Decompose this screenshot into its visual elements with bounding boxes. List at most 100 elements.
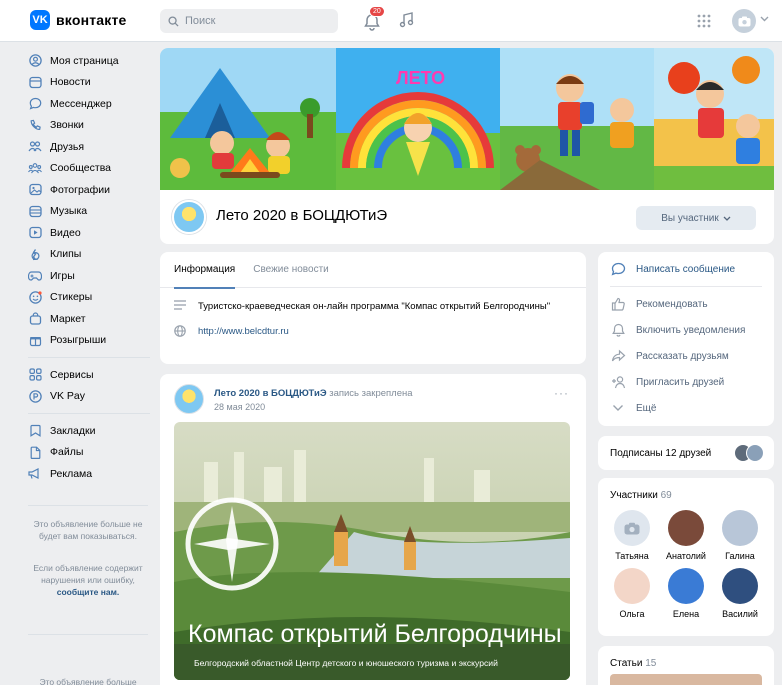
gamepad-icon [28,269,42,283]
members-title[interactable]: Участники 69 [610,490,672,501]
group-name: Лето 2020 в БОЦДЮТиЭ [216,207,388,224]
action-thumbs-up[interactable]: Рекомендовать [598,291,774,317]
articles-title[interactable]: Статьи 15 [610,658,656,669]
sidebar-item-vkpay[interactable]: VK Pay [28,386,150,408]
ad-hidden-note: Это объявление больше не будет вам показ… [33,519,143,541]
search-input[interactable] [185,15,325,27]
sidebar-item-news[interactable]: Новости [28,72,150,94]
sidebar-item-phone[interactable]: Звонки [28,115,150,137]
articles-card: Статьи 15 [598,646,774,685]
group-avatar[interactable] [172,200,206,234]
sidebar-item-user-circle[interactable]: Моя страница [28,50,150,72]
sidebar-item-video[interactable]: Видео [28,222,150,244]
report-ad-link[interactable]: сообщите нам. [57,587,120,597]
group-cover-image: ЛЕТО [160,48,774,190]
group-title-row: Лето 2020 в БОЦДЮТиЭ Вы участник [160,190,774,244]
sidebar-item-market-bag[interactable]: Маркет [28,308,150,330]
tab-information[interactable]: Информация [174,252,236,289]
member-item[interactable]: Анатолий [660,510,712,561]
post-image-subtitle: Белгородский областной Центр детского и … [194,658,498,668]
friend-avatar [746,444,764,462]
top-header: VK вконтакте 20 [0,0,782,42]
post-author-name[interactable]: Лето 2020 в БОЦДЮТиЭ [214,388,327,399]
member-avatar [668,510,704,546]
vk-logo-icon: VK [30,10,50,30]
sidebar-item-label: VK Pay [50,390,86,403]
search-box[interactable] [160,9,338,33]
sidebar-item-services[interactable]: Сервисы [28,364,150,386]
video-icon [28,226,42,240]
globe-icon [174,325,188,342]
action-share[interactable]: Рассказать друзьям [598,343,774,369]
member-item[interactable]: Ольга [606,568,658,619]
post-more-icon[interactable]: ··· [554,386,569,400]
post-image[interactable]: Компас открытий Белгородчины Белгородски… [174,422,570,680]
action-bell[interactable]: Включить уведомления [598,317,774,343]
chevron-down-icon [610,400,626,416]
chevron-down-icon[interactable] [760,16,769,22]
member-item[interactable]: Татьяна [606,510,658,561]
sidebar-item-bookmark[interactable]: Закладки [28,420,150,442]
members-count: 69 [660,490,672,501]
member-item[interactable]: Василий [714,568,766,619]
friends-subscribed-card[interactable]: Подписаны 12 друзей [598,436,774,470]
clips-icon [28,247,42,261]
article-preview[interactable] [610,674,762,685]
bell-icon [610,322,626,338]
action-chevron-down[interactable]: Ещё [598,395,774,421]
photo-icon [28,183,42,197]
tab-fresh-news[interactable]: Свежие новости [253,252,329,288]
ad-report-text: Если объявление содержит нарушения или о… [33,563,143,585]
text-lines-icon [174,300,188,315]
member-status-button[interactable]: Вы участник [636,206,756,230]
sidebar-item-label: Фотографии [50,183,111,196]
ad-divider [28,634,148,635]
sidebar-item-communities[interactable]: Сообщества [28,158,150,180]
vk-logo[interactable]: VK вконтакте [30,10,127,30]
group-description: Туристско-краеведческая он-лайн программ… [198,301,551,312]
post-author-avatar[interactable] [174,384,204,414]
music-player-icon[interactable] [398,11,416,29]
services-icon [28,368,42,382]
sidebar-item-label: Маркет [50,312,86,325]
member-item[interactable]: Галина [714,510,766,561]
search-icon [168,15,179,27]
apps-grid-icon[interactable] [696,13,712,29]
sidebar-item-label: Звонки [50,119,84,132]
actions-divider [610,286,762,287]
sidebar-item-megaphone[interactable]: Реклама [28,463,150,485]
sidebar-item-friends[interactable]: Друзья [28,136,150,158]
member-avatar [614,510,650,546]
post-date[interactable]: 28 мая 2020 [214,402,265,412]
notifications-badge: 20 [369,6,385,17]
sidebar-item-gamepad[interactable]: Игры [28,265,150,287]
sidebar-item-sticker[interactable]: Стикеры [28,287,150,309]
sidebar-item-music[interactable]: Музыка [28,201,150,223]
member-item[interactable]: Елена [660,568,712,619]
member-name: Василий [722,609,758,619]
info-link-row: http://www.belcdtur.ru [160,325,586,342]
sidebar-item-clips[interactable]: Клипы [28,244,150,266]
action-message[interactable]: Написать сообщение [598,256,774,282]
logo-text: вконтакте [56,12,127,28]
action-invite[interactable]: Пригласить друзей [598,369,774,395]
members-title-label: Участники [610,490,658,501]
friends-icon [28,140,42,154]
sidebar-item-label: Клипы [50,248,82,261]
megaphone-icon [28,467,42,481]
music-icon [28,204,42,218]
profile-avatar[interactable] [732,9,756,33]
post-author-line: Лето 2020 в БОЦДЮТиЭ запись закреплена [214,388,413,399]
cover-panel-autumn [654,48,774,190]
sidebar-item-chat-bubble[interactable]: Мессенджер [28,93,150,115]
sidebar-item-label: Реклама [50,467,93,480]
sidebar-item-file[interactable]: Файлы [28,442,150,464]
ad-hidden-note-2: Это объявление больше [39,677,137,685]
sidebar-item-gift[interactable]: Розыгрыши [28,330,150,352]
left-sidebar: Моя страница Новости Мессенджер Звонки Друзь… [28,50,150,485]
post-pinned-label: запись закреплена [329,388,413,399]
member-name: Татьяна [615,551,649,561]
group-website-link[interactable]: http://www.belcdtur.ru [198,325,289,342]
chevron-down-icon [723,216,731,221]
sidebar-item-photo[interactable]: Фотографии [28,179,150,201]
